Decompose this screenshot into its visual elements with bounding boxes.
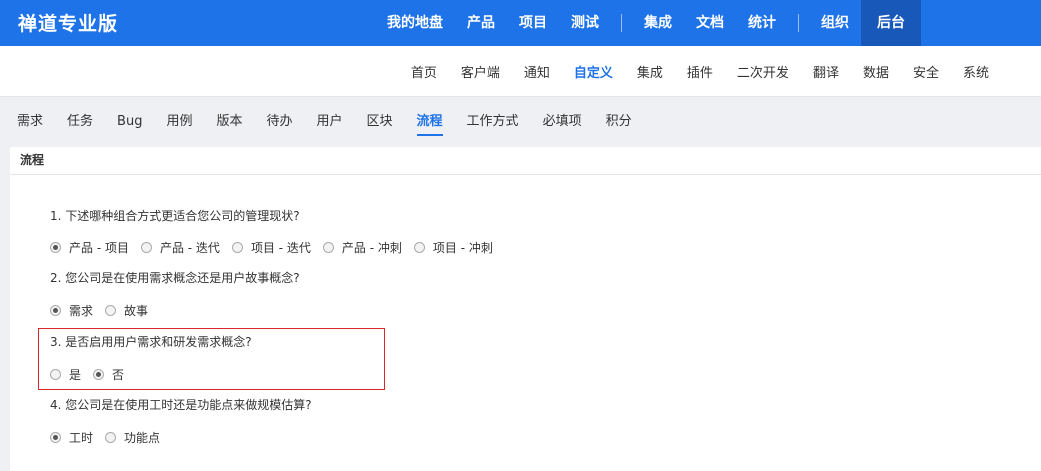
radio-option[interactable]: 需求 — [50, 302, 93, 319]
radio-checked-icon[interactable] — [50, 432, 61, 443]
module-tabs: 需求 任务 Bug 用例 版本 待办 用户 区块 流程 工作方式 必填项 积分 — [0, 97, 1041, 147]
radio-option[interactable]: 产品 - 项目 — [50, 239, 129, 256]
nav-doc[interactable]: 文档 — [684, 0, 736, 46]
radio-icon[interactable] — [50, 369, 61, 380]
subnav-home[interactable]: 首页 — [399, 62, 449, 81]
radio-option[interactable]: 工时 — [50, 429, 93, 446]
question-1: 1. 下述哪种组合方式更适合您公司的管理现状? — [50, 209, 300, 223]
radio-icon[interactable] — [322, 242, 334, 253]
radio-option[interactable]: 项目 - 迭代 — [231, 239, 311, 256]
sub-nav: 首页 客户端 通知 自定义 集成 插件 二次开发 翻译 数据 安全 系统 — [0, 46, 1041, 97]
radio-icon[interactable] — [105, 305, 117, 316]
nav-divider — [621, 14, 622, 32]
subnav-security[interactable]: 安全 — [901, 62, 951, 81]
nav-test[interactable]: 测试 — [559, 0, 611, 46]
radio-option[interactable]: 功能点 — [105, 429, 160, 446]
nav-org[interactable]: 组织 — [809, 0, 861, 46]
radio-option[interactable]: 产品 - 迭代 — [140, 239, 220, 256]
tab-task[interactable]: 任务 — [55, 97, 105, 147]
radio-option[interactable]: 否 — [93, 366, 124, 383]
tab-required[interactable]: 必填项 — [531, 97, 594, 147]
nav-admin[interactable]: 后台 — [861, 0, 921, 46]
tab-todo[interactable]: 待办 — [254, 97, 304, 147]
question-4-options: 工时 功能点 — [50, 429, 172, 446]
radio-checked-icon[interactable] — [93, 369, 105, 380]
tab-flow[interactable]: 流程 — [405, 97, 455, 147]
tab-score[interactable]: 积分 — [594, 97, 644, 147]
tab-user[interactable]: 用户 — [305, 97, 355, 147]
radio-checked-icon[interactable] — [50, 305, 61, 316]
subnav-data[interactable]: 数据 — [851, 62, 901, 81]
nav-divider — [798, 14, 799, 32]
subnav-custom[interactable]: 自定义 — [562, 62, 625, 81]
question-3: 3. 是否启用用户需求和研发需求概念? — [50, 335, 252, 349]
brand-logo[interactable]: 禅道专业版 — [18, 9, 118, 36]
radio-option[interactable]: 故事 — [105, 302, 148, 319]
nav-stats[interactable]: 统计 — [736, 0, 788, 46]
nav-product[interactable]: 产品 — [455, 0, 507, 46]
flow-panel: 流程 1. 下述哪种组合方式更适合您公司的管理现状? 产品 - 项目 产品 - … — [10, 147, 1041, 471]
tab-block[interactable]: 区块 — [355, 97, 405, 147]
subnav-translate[interactable]: 翻译 — [801, 62, 851, 81]
nav-integration[interactable]: 集成 — [632, 0, 684, 46]
question-3-options: 是 否 — [50, 366, 136, 383]
nav-my-desk[interactable]: 我的地盘 — [375, 0, 455, 46]
radio-icon[interactable] — [231, 242, 243, 253]
question-2: 2. 您公司是在使用需求概念还是用户故事概念? — [50, 271, 300, 285]
tab-testcase[interactable]: 用例 — [154, 97, 204, 147]
tab-bug[interactable]: Bug — [105, 97, 154, 147]
subnav-dev[interactable]: 二次开发 — [725, 62, 801, 81]
panel-title: 流程 — [10, 147, 1041, 175]
question-2-options: 需求 故事 — [50, 302, 160, 319]
question-4: 4. 您公司是在使用工时还是功能点来做规模估算? — [50, 398, 312, 412]
radio-icon[interactable] — [105, 432, 117, 443]
tab-story[interactable]: 需求 — [5, 97, 55, 147]
tab-build[interactable]: 版本 — [204, 97, 254, 147]
tab-mode[interactable]: 工作方式 — [455, 97, 531, 147]
nav-project[interactable]: 项目 — [507, 0, 559, 46]
subnav-client[interactable]: 客户端 — [449, 62, 512, 81]
radio-option[interactable]: 项目 - 冲刺 — [413, 239, 493, 256]
radio-icon[interactable] — [140, 242, 152, 253]
main-nav: 我的地盘 产品 项目 测试 集成 文档 统计 组织 后台 — [375, 0, 921, 46]
subnav-plugin[interactable]: 插件 — [675, 62, 725, 81]
radio-option[interactable]: 是 — [50, 366, 81, 383]
radio-checked-icon[interactable] — [50, 242, 61, 253]
radio-icon[interactable] — [413, 242, 425, 253]
radio-option[interactable]: 产品 - 冲刺 — [322, 239, 402, 256]
subnav-notify[interactable]: 通知 — [512, 62, 562, 81]
question-1-options: 产品 - 项目 产品 - 迭代 项目 - 迭代 产品 - 冲刺 项目 - 冲刺 — [50, 239, 505, 256]
subnav-system[interactable]: 系统 — [951, 62, 1001, 81]
top-header: 禅道专业版 我的地盘 产品 项目 测试 集成 文档 统计 组织 后台 — [0, 0, 1041, 46]
subnav-integration[interactable]: 集成 — [625, 62, 675, 81]
